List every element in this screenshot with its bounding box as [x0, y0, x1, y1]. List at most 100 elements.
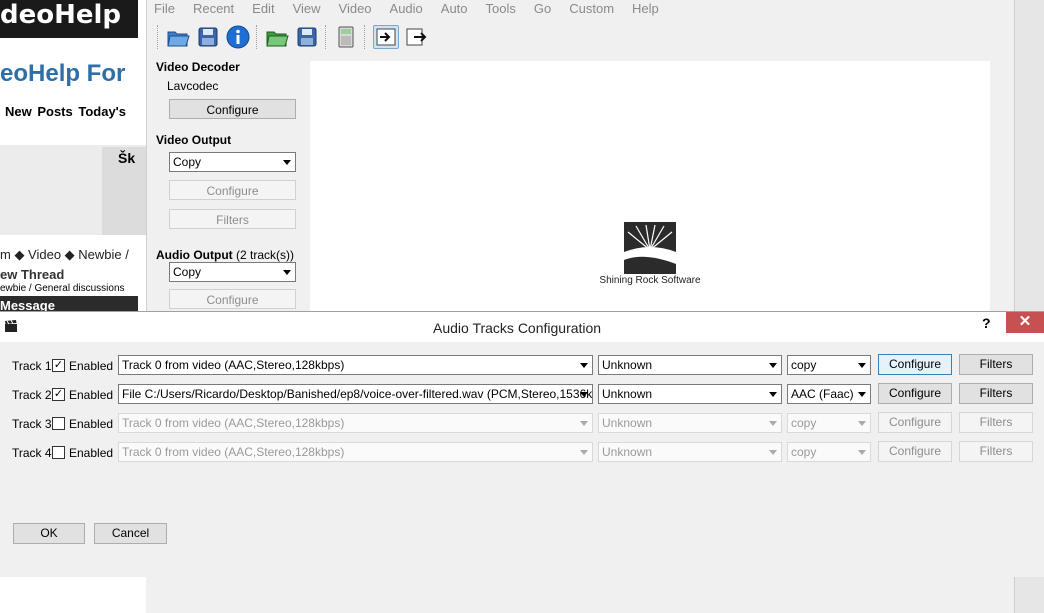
- menu-video[interactable]: Video: [332, 0, 372, 18]
- track-3-language-select[interactable]: Unknown: [598, 413, 782, 433]
- track-1-source-select[interactable]: Track 0 from video (AAC,Stereo,128kbps): [118, 355, 593, 375]
- toolbar-separator: [256, 25, 259, 49]
- track-3-enabled-checkbox[interactable]: [52, 417, 65, 430]
- track-4-label: Track 4: [12, 446, 52, 460]
- track-3-source-select[interactable]: Track 0 from video (AAC,Stereo,128kbps): [118, 413, 593, 433]
- video-decoder-value: Lavcodec: [167, 79, 219, 93]
- audio-track-count: (2 track(s)): [235, 248, 294, 262]
- track-2-language: Unknown: [602, 387, 653, 401]
- track-2-codec-select[interactable]: AAC (Faac): [787, 384, 871, 404]
- audio-output-heading: Audio Output (2 track(s)): [156, 248, 294, 262]
- track-4-source-select[interactable]: Track 0 from video (AAC,Stereo,128kbps): [118, 442, 593, 462]
- track-1-filters-button[interactable]: Filters: [959, 354, 1033, 375]
- cancel-button[interactable]: Cancel: [94, 523, 167, 544]
- chevron-down-icon: [769, 450, 777, 455]
- forum-nav-links[interactable]: New Posts Today's: [5, 104, 126, 119]
- track-2-label: Track 2: [12, 388, 52, 402]
- menu-view[interactable]: View: [286, 0, 321, 18]
- track-3-filters-button[interactable]: Filters: [959, 412, 1033, 433]
- menu-audio[interactable]: Audio: [383, 0, 423, 18]
- track-3-label: Track 3: [12, 417, 52, 431]
- audio-output-configure-button[interactable]: Configure: [169, 289, 296, 309]
- chevron-down-icon: [858, 421, 866, 426]
- video-decoder-configure-button[interactable]: Configure: [169, 99, 296, 119]
- chevron-down-icon: [283, 270, 291, 275]
- video-output-heading: Video Output: [156, 133, 232, 147]
- save-icon[interactable]: [196, 25, 220, 49]
- track-1-enabled-checkbox[interactable]: ✓: [52, 359, 65, 372]
- ok-button[interactable]: OK: [13, 523, 85, 544]
- preview-logo-text: Shining Rock Software: [599, 275, 701, 286]
- track-3-codec-select[interactable]: copy: [787, 413, 871, 433]
- chevron-down-icon: [769, 421, 777, 426]
- track-1-source: Track 0 from video (AAC,Stereo,128kbps): [122, 358, 345, 372]
- track-1-language-select[interactable]: Unknown: [598, 355, 782, 375]
- forum-title[interactable]: eoHelp For: [0, 60, 125, 88]
- video-output-configure-button[interactable]: Configure: [169, 180, 296, 200]
- track-2-filters-button[interactable]: Filters: [959, 383, 1033, 404]
- toolbar-separator: [364, 25, 367, 49]
- output-mode-icon[interactable]: [405, 25, 429, 49]
- track-2-language-select[interactable]: Unknown: [598, 384, 782, 404]
- track-2-enabled-checkbox[interactable]: ✓: [52, 388, 65, 401]
- site-logo[interactable]: deoHelp: [0, 0, 138, 38]
- track-4-configure-button[interactable]: Configure: [878, 441, 952, 462]
- track-4-language-select[interactable]: Unknown: [598, 442, 782, 462]
- video-filters-button[interactable]: Filters: [169, 209, 296, 229]
- track-4-enabled-label[interactable]: Enabled: [69, 446, 113, 460]
- track-2-configure-button[interactable]: Configure: [878, 383, 952, 404]
- audio-tracks-dialog: Audio Tracks Configuration ? ✕ Track 1 ✓…: [0, 311, 1044, 577]
- save-video-icon[interactable]: [295, 25, 319, 49]
- track-4-codec: copy: [791, 445, 817, 459]
- track-4-codec-select[interactable]: copy: [787, 442, 871, 462]
- help-button[interactable]: ?: [982, 315, 991, 331]
- menu-help[interactable]: Help: [625, 0, 659, 18]
- track-1-codec-select[interactable]: copy: [787, 355, 871, 375]
- banner-ad-text: Šk: [118, 150, 136, 166]
- menu-tools[interactable]: Tools: [479, 0, 516, 18]
- audio-output-selected: Copy: [173, 265, 202, 279]
- video-output-select[interactable]: Copy: [169, 152, 296, 172]
- video-decoder-heading: Video Decoder: [156, 60, 240, 74]
- status-strip: [146, 576, 1014, 613]
- close-button[interactable]: ✕: [1006, 312, 1044, 333]
- track-1-configure-button[interactable]: Configure: [878, 354, 952, 375]
- track-4-source: Track 0 from video (AAC,Stereo,128kbps): [122, 445, 345, 459]
- track-3-configure-button[interactable]: Configure: [878, 412, 952, 433]
- open-green-folder-icon[interactable]: [265, 25, 289, 49]
- video-preview: Shining Rock Software: [310, 61, 990, 311]
- info-icon[interactable]: [226, 25, 250, 49]
- shining-rock-logo: [624, 222, 676, 274]
- menu-recent[interactable]: Recent: [186, 0, 234, 18]
- track-2-source-select[interactable]: File C:/Users/Ricardo/Desktop/Banished/e…: [118, 384, 593, 404]
- track-1-codec: copy: [791, 358, 817, 372]
- track-4-filters-button[interactable]: Filters: [959, 441, 1033, 462]
- sub-breadcrumb[interactable]: ewbie / General discussions: [0, 283, 125, 294]
- calculator-icon[interactable]: [334, 25, 358, 49]
- track-3-enabled-label[interactable]: Enabled: [69, 417, 113, 431]
- toolbar: [157, 22, 429, 52]
- menu-custom[interactable]: Custom: [562, 0, 614, 18]
- track-4-enabled-checkbox[interactable]: [52, 446, 65, 459]
- track-1-language: Unknown: [602, 358, 653, 372]
- input-mode-icon[interactable]: [373, 25, 399, 49]
- track-3-language: Unknown: [602, 416, 653, 430]
- breadcrumb[interactable]: m ◆ Video ◆ Newbie /: [0, 247, 129, 263]
- menu-file[interactable]: File: [147, 0, 175, 18]
- chevron-down-icon: [580, 363, 588, 368]
- toolbar-grip: [157, 25, 160, 49]
- open-folder-icon[interactable]: [166, 25, 190, 49]
- track-3-source: Track 0 from video (AAC,Stereo,128kbps): [122, 416, 345, 430]
- clapperboard-icon: [5, 320, 17, 332]
- track-2-enabled-label[interactable]: Enabled: [69, 388, 113, 402]
- menu-auto[interactable]: Auto: [434, 0, 468, 18]
- menu-go[interactable]: Go: [527, 0, 551, 18]
- track-1-enabled-label[interactable]: Enabled: [69, 359, 113, 373]
- dialog-titlebar: Audio Tracks Configuration ? ✕: [0, 312, 1044, 342]
- chevron-down-icon: [858, 392, 866, 397]
- chevron-down-icon: [769, 392, 777, 397]
- audio-output-select[interactable]: Copy: [169, 262, 296, 282]
- audio-output-heading-text: Audio Output: [156, 248, 233, 262]
- menu-edit[interactable]: Edit: [245, 0, 274, 18]
- chevron-down-icon: [858, 450, 866, 455]
